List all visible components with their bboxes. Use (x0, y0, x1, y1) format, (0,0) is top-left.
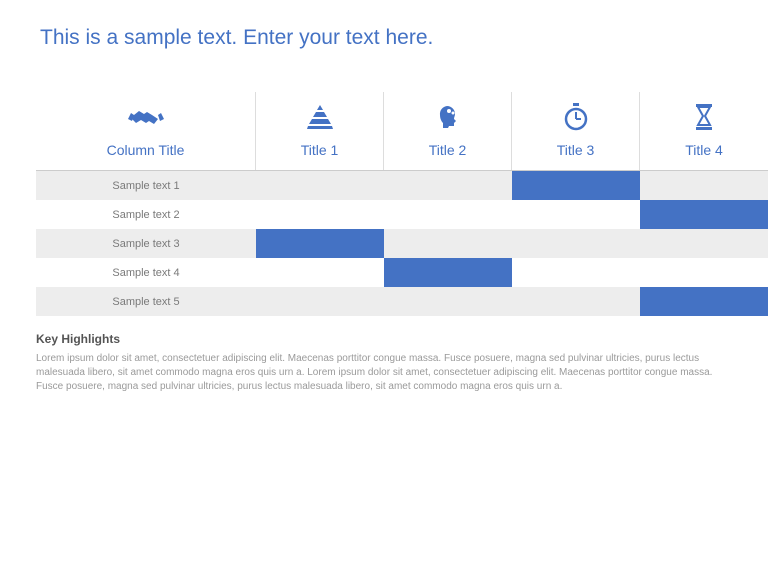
row-label: Sample text 3 (36, 229, 256, 258)
pyramid-icon (306, 102, 334, 132)
table-row: Sample text 2 (36, 200, 768, 229)
header-label-4: Title 4 (685, 142, 723, 158)
cell (512, 200, 640, 229)
cell-filled (512, 171, 640, 200)
table-row: Sample text 5 (36, 287, 768, 316)
header-cell-3: Title 3 (512, 92, 640, 170)
hourglass-icon (694, 102, 714, 132)
table-row: Sample text 1 (36, 171, 768, 200)
cell (384, 229, 512, 258)
header-label-3: Title 3 (557, 142, 595, 158)
header-cell-2: Title 2 (384, 92, 512, 170)
head-icon (435, 102, 461, 132)
header-cell-4: Title 4 (640, 92, 768, 170)
table-row: Sample text 3 (36, 229, 768, 258)
cell (512, 229, 640, 258)
key-highlights-body[interactable]: Lorem ipsum dolor sit amet, consectetuer… (36, 352, 732, 394)
header-label-2: Title 2 (429, 142, 467, 158)
stopwatch-icon (563, 102, 589, 132)
cell (384, 171, 512, 200)
cell (256, 200, 384, 229)
header-label-0: Column Title (107, 142, 185, 158)
table-row: Sample text 4 (36, 258, 768, 287)
cell (512, 258, 640, 287)
row-label: Sample text 5 (36, 287, 256, 316)
comparison-table: Column Title Title 1 Title 2 Title 3 Tit… (36, 92, 768, 316)
slide-title[interactable]: This is a sample text. Enter your text h… (0, 0, 768, 50)
cell (640, 171, 768, 200)
key-highlights: Key Highlights Lorem ipsum dolor sit ame… (36, 332, 732, 394)
handshake-icon (128, 102, 164, 132)
table-header-row: Column Title Title 1 Title 2 Title 3 Tit… (36, 92, 768, 171)
cell-filled (256, 229, 384, 258)
cell (640, 229, 768, 258)
cell (512, 287, 640, 316)
key-highlights-title: Key Highlights (36, 332, 732, 346)
row-label: Sample text 1 (36, 171, 256, 200)
cell (256, 287, 384, 316)
row-label: Sample text 2 (36, 200, 256, 229)
cell (640, 258, 768, 287)
header-cell-0: Column Title (36, 92, 256, 170)
cell-filled (384, 258, 512, 287)
cell (256, 258, 384, 287)
cell-filled (640, 287, 768, 316)
header-label-1: Title 1 (301, 142, 339, 158)
row-label: Sample text 4 (36, 258, 256, 287)
cell (256, 171, 384, 200)
cell-filled (640, 200, 768, 229)
cell (384, 287, 512, 316)
header-cell-1: Title 1 (256, 92, 384, 170)
cell (384, 200, 512, 229)
